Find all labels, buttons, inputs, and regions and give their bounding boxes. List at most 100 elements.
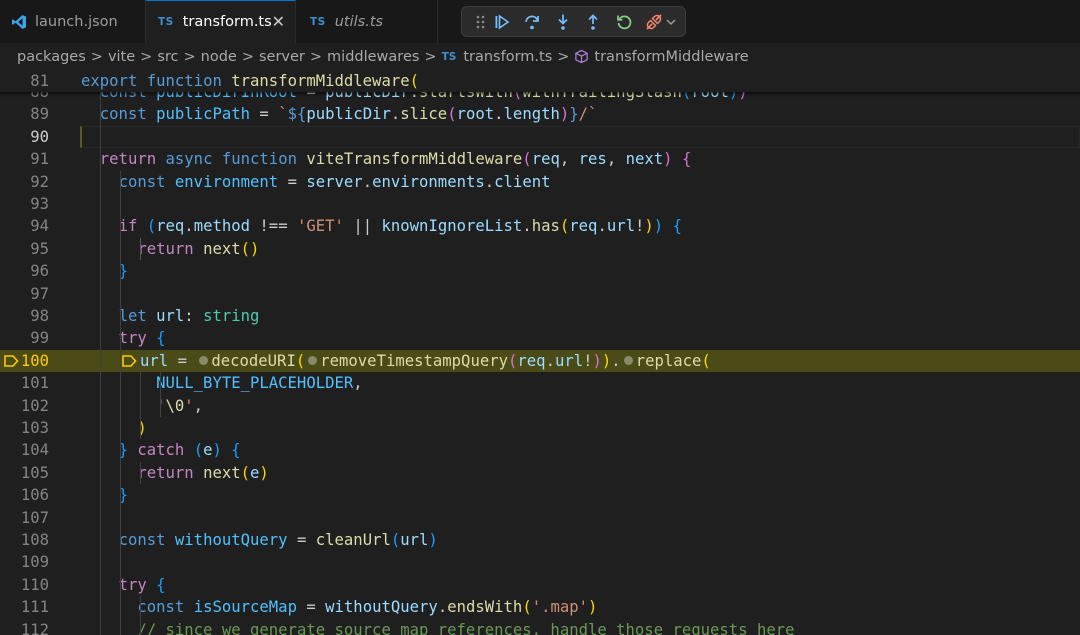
code-text: const publicPath = `${publicDir.slice(ro… — [99, 105, 598, 124]
line-number: 94 — [30, 217, 49, 236]
code-line[interactable]: 106 } — [0, 484, 1080, 506]
code-line[interactable]: 97 — [0, 283, 1080, 305]
line-number: 111 — [20, 598, 49, 617]
breadcrumb-separator: > — [241, 48, 254, 65]
line-number: 106 — [20, 486, 49, 505]
code-line[interactable]: 111 const isSourceMap = withoutQuery.end… — [0, 596, 1080, 618]
breadcrumb-item[interactable]: server — [259, 49, 305, 65]
code-line[interactable]: 92 const environment = server.environmen… — [0, 171, 1080, 193]
code-line[interactable]: 104 } catch (e) { — [0, 439, 1080, 461]
code-line[interactable]: 93 — [0, 193, 1080, 215]
code-line[interactable]: 94 if (req.method !== 'GET' || knownIgno… — [0, 215, 1080, 237]
breadcrumb-item[interactable]: packages — [17, 49, 86, 65]
tab-label: launch.json — [35, 13, 118, 30]
code-text: let url: string — [118, 307, 260, 325]
indent-guide — [140, 461, 141, 485]
debug-stack-frame-icon[interactable] — [3, 353, 19, 369]
code-line[interactable]: 110 try { — [0, 574, 1080, 596]
current-line-highlight — [80, 125, 1080, 149]
breadcrumb-separator: > — [424, 48, 437, 65]
code-line[interactable]: 108 const withoutQuery = cleanUrl(url) — [0, 529, 1080, 551]
code-text: try { — [118, 329, 166, 348]
inline-breakpoint-arrow-icon[interactable] — [121, 353, 137, 369]
indent-guide — [120, 170, 121, 635]
code-line[interactable]: 103 ) — [0, 417, 1080, 439]
code-editor[interactable]: 81 export function transformMiddleware( … — [0, 70, 1080, 635]
breadcrumb-symbol[interactable]: transformMiddleware — [594, 49, 748, 65]
breadcrumb-file[interactable]: transform.ts — [463, 49, 552, 65]
line-number: 99 — [30, 329, 49, 348]
chevron-down-icon[interactable] — [665, 13, 677, 31]
tab-launch-json[interactable]: launch.json — [0, 0, 146, 43]
step-out-icon[interactable] — [584, 13, 602, 31]
breadcrumb-item[interactable]: node — [201, 49, 237, 65]
code-text: if (req.method !== 'GET' || knownIgnoreL… — [118, 217, 682, 236]
line-number: 104 — [20, 441, 49, 460]
inline-breakpoint-dot[interactable] — [199, 355, 209, 365]
code-line[interactable]: 89 const publicPath = `${publicDir.slice… — [0, 103, 1080, 125]
code-text: NULL_BYTE_PLACEHOLDER, — [156, 374, 363, 393]
code-line[interactable]: 99 try { — [0, 327, 1080, 349]
breadcrumb-item[interactable]: vite — [108, 49, 135, 65]
indent-guide — [140, 596, 141, 635]
code-line[interactable]: 107 — [0, 507, 1080, 529]
code-text: ) — [137, 419, 147, 437]
code-text: url = decodeURI(removeTimestampQuery(req… — [140, 351, 711, 370]
continue-icon[interactable] — [493, 13, 511, 31]
cube-icon — [575, 49, 589, 64]
line-number: 95 — [30, 239, 49, 258]
breadcrumb-separator: > — [309, 48, 323, 65]
code-text: const withoutQuery = cleanUrl(url) — [118, 531, 438, 549]
indent-guide — [140, 237, 141, 261]
code-line[interactable]: 112 // since we generate source map refe… — [0, 619, 1080, 635]
typescript-icon: TS — [310, 15, 326, 28]
restart-icon[interactable] — [615, 13, 633, 31]
vscode-icon — [12, 14, 26, 29]
code-line[interactable]: 101 NULL_BYTE_PLACEHOLDER, — [0, 372, 1080, 394]
breadcrumb: packages > vite > src > node > server > … — [0, 43, 1080, 70]
breadcrumb-separator: > — [90, 48, 103, 65]
code-line[interactable]: 105 return next(e) — [0, 462, 1080, 484]
breadcrumb-item[interactable]: middlewares — [327, 49, 419, 65]
code-text: const environment = server.environments.… — [118, 172, 551, 191]
line-number: 97 — [30, 284, 49, 303]
line-number: 110 — [20, 575, 49, 594]
code-text: try { — [118, 575, 166, 594]
line-number: 103 — [20, 419, 49, 437]
code-line[interactable]: 96 } — [0, 260, 1080, 282]
code-line[interactable]: 91 return async function viteTransformMi… — [0, 148, 1080, 170]
line-number: 100 — [20, 351, 49, 370]
inline-breakpoint-dot[interactable] — [623, 355, 633, 365]
sticky-scroll-line[interactable]: 81 export function transformMiddleware( — [0, 70, 1080, 92]
debug-toolbar — [461, 6, 686, 37]
code-line[interactable]: 102 '\0', — [0, 395, 1080, 417]
tab-utils-ts[interactable]: TS utils.ts — [296, 0, 438, 43]
breadcrumb-separator: > — [183, 48, 196, 65]
code-text: export function transformMiddleware( — [81, 72, 420, 90]
step-over-icon[interactable] — [523, 13, 541, 31]
line-number: 107 — [20, 508, 49, 527]
line-number: 109 — [20, 553, 49, 572]
tab-label: transform.ts — [182, 14, 272, 30]
close-icon[interactable]: ✕ — [272, 14, 285, 30]
line-number: 112 — [20, 620, 49, 635]
tab-transform-ts[interactable]: TS transform.ts ✕ — [146, 0, 296, 43]
line-number: 105 — [20, 463, 49, 482]
line-number: 92 — [30, 172, 49, 191]
code-line[interactable]: 98 let url: string — [0, 305, 1080, 327]
code-line[interactable]: 95 return next() — [0, 238, 1080, 260]
step-into-icon[interactable] — [554, 13, 572, 31]
line-number: 102 — [20, 396, 49, 415]
indent-guide — [140, 349, 141, 440]
disconnect-icon[interactable] — [645, 13, 663, 31]
line-number: 81 — [30, 72, 49, 90]
code-text: // since we generate source map referenc… — [137, 620, 795, 635]
drag-handle-icon[interactable] — [472, 13, 490, 31]
typescript-icon: TS — [441, 50, 457, 63]
breadcrumb-item[interactable]: src — [157, 49, 178, 65]
code-line-paused[interactable]: 100 url = decodeURI(removeTimestampQuery… — [0, 349, 1080, 373]
inline-breakpoint-dot[interactable] — [308, 355, 318, 365]
code-line-current[interactable]: 90 — [0, 125, 1080, 149]
code-line[interactable]: 109 — [0, 551, 1080, 573]
indent-guide — [100, 81, 101, 635]
